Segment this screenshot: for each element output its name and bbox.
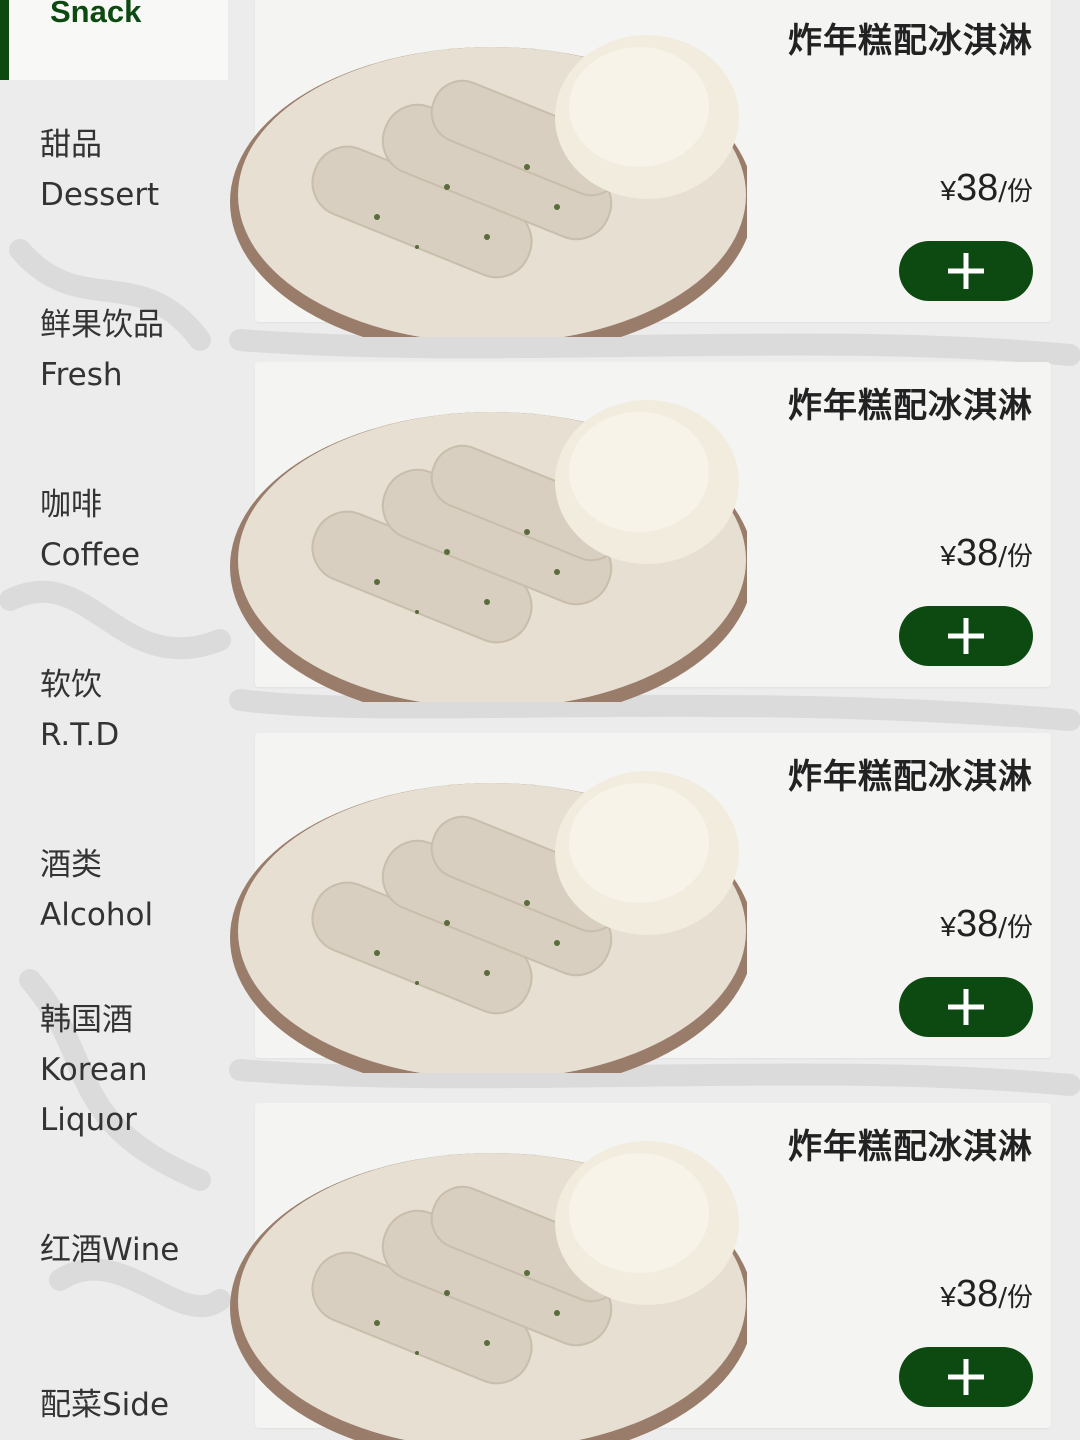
product-card[interactable]: 炸年糕配冰淇淋 ¥38/份 [230,1103,1051,1440]
add-to-cart-button[interactable] [899,977,1033,1037]
sidebar-item-dessert[interactable]: 甜品 Dessert [40,120,225,220]
sidebar-item-label-en-2: Liquor [40,1102,137,1138]
price-unit: /份 [998,177,1033,207]
sidebar-item-label-en: Alcohol [40,897,154,933]
price-value: 38 [955,903,999,945]
price-unit: /份 [998,542,1033,572]
plus-icon [948,1359,984,1395]
sidebar-item-side[interactable]: 配菜Side [40,1380,225,1430]
sidebar-item-label: 配菜Side [40,1387,170,1423]
product-price: ¥38/份 [940,167,1033,210]
currency-symbol: ¥ [940,1281,956,1312]
add-to-cart-button[interactable] [899,241,1033,301]
plus-icon [948,253,984,289]
sidebar-item-label: 红酒Wine [40,1232,180,1268]
product-photo [227,7,747,337]
product-card[interactable]: 炸年糕配冰淇淋 ¥38/份 [230,0,1051,337]
price-unit: /份 [998,913,1033,943]
currency-symbol: ¥ [940,911,956,942]
sidebar-item-label-en: Fresh [40,357,123,393]
product-card[interactable]: 炸年糕配冰淇淋 ¥38/份 [230,362,1051,702]
product-card[interactable]: 炸年糕配冰淇淋 ¥38/份 [230,733,1051,1073]
add-to-cart-button[interactable] [899,606,1033,666]
active-indicator [0,0,9,80]
product-name: 炸年糕配冰淇淋 [788,1127,1033,1167]
price-value: 38 [955,167,999,209]
product-name: 炸年糕配冰淇淋 [788,386,1033,426]
product-name: 炸年糕配冰淇淋 [788,757,1033,797]
sidebar-item-label-cn: 软饮 [40,667,102,703]
price-unit: /份 [998,1283,1033,1313]
category-sidebar: Snack 甜品 Dessert 鲜果饮品 Fresh 咖啡 Coffee 软饮… [0,0,228,1440]
sidebar-item-alcohol[interactable]: 酒类 Alcohol [40,840,225,940]
product-photo [227,372,747,702]
sidebar-item-coffee[interactable]: 咖啡 Coffee [40,480,225,580]
sidebar-item-label-en: Dessert [40,177,160,213]
sidebar-item-wine[interactable]: 红酒Wine [40,1225,225,1275]
sidebar-item-label-cn: 韩国酒 [40,1002,133,1038]
product-photo [227,1113,747,1440]
sidebar-item-korean-liquor[interactable]: 韩国酒 Korean Liquor [40,995,225,1145]
sidebar-item-label-en: Coffee [40,537,141,573]
sidebar-item-fresh[interactable]: 鲜果饮品 Fresh [40,300,225,400]
currency-symbol: ¥ [940,175,956,206]
sidebar-item-label-cn: 甜品 [40,127,102,163]
product-price: ¥38/份 [940,1273,1033,1316]
sidebar-item-label-en: R.T.D [40,717,120,753]
price-value: 38 [955,1273,999,1315]
currency-symbol: ¥ [940,540,956,571]
sidebar-item-snack[interactable]: Snack [0,0,228,80]
sidebar-item-label: Snack [50,0,142,29]
plus-icon [948,618,984,654]
price-value: 38 [955,532,999,574]
sidebar-item-label-cn: 咖啡 [40,487,102,523]
sidebar-item-label-cn: 鲜果饮品 [40,307,164,343]
sidebar-item-label-cn: 酒类 [40,847,102,883]
add-to-cart-button[interactable] [899,1347,1033,1407]
product-price: ¥38/份 [940,532,1033,575]
plus-icon [948,989,984,1025]
product-photo [227,743,747,1073]
sidebar-item-rtd[interactable]: 软饮 R.T.D [40,660,225,760]
product-name: 炸年糕配冰淇淋 [788,21,1033,61]
product-price: ¥38/份 [940,903,1033,946]
sidebar-item-label-en: Korean [40,1052,148,1088]
